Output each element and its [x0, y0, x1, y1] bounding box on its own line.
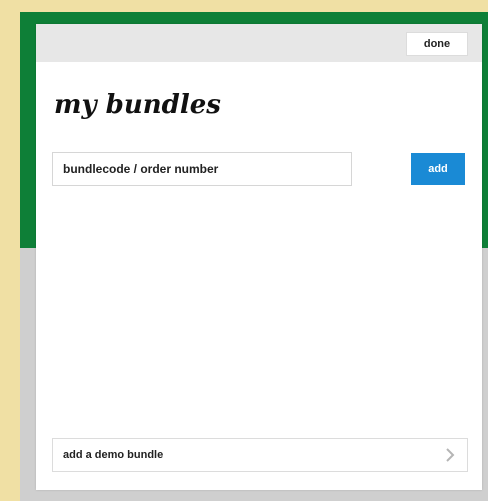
- chevron-right-icon: [443, 446, 457, 464]
- add-button[interactable]: add: [411, 153, 465, 185]
- page-title: my bundles: [54, 90, 221, 120]
- bundle-code-input[interactable]: [52, 152, 352, 186]
- done-button[interactable]: done: [406, 32, 468, 56]
- dialog-header: done: [36, 24, 482, 62]
- demo-bundle-label: add a demo bundle: [63, 449, 164, 461]
- add-demo-bundle-row[interactable]: add a demo bundle: [52, 438, 468, 472]
- my-bundles-dialog: done my bundles add add a demo bundle: [36, 24, 482, 490]
